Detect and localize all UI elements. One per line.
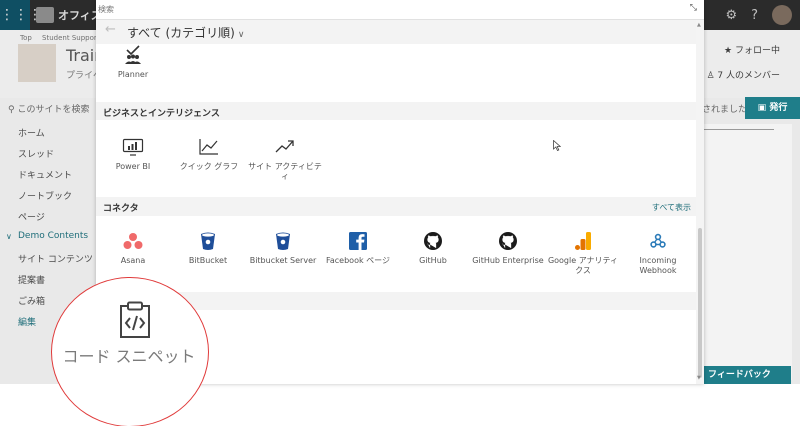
tile-quick-chart[interactable]: クイック グラフ: [172, 136, 246, 172]
google-analytics-icon: [546, 230, 620, 252]
picker-search-bar: ⤡: [96, 0, 704, 20]
tile-facebook-page[interactable]: Facebook ページ: [321, 230, 395, 266]
nav-edit-link[interactable]: 編集: [18, 315, 36, 328]
power-bi-icon: [96, 136, 170, 158]
scrollbar-thumb[interactable]: [698, 228, 702, 378]
breadcrumb: Top Student Suppor: [20, 34, 105, 42]
picker-category-bar: ← すべて (カテゴリ順) ∨: [96, 20, 704, 44]
back-arrow-icon[interactable]: ←: [105, 22, 116, 37]
nav-item-threads[interactable]: スレッド: [18, 147, 54, 160]
tile-bitbucket-server[interactable]: Bitbucket Server: [246, 230, 320, 266]
mouse-cursor-icon: [553, 139, 562, 154]
picker-search-input[interactable]: [98, 2, 678, 17]
tile-power-bi[interactable]: Power BI: [96, 136, 170, 172]
asana-icon: [96, 230, 170, 252]
picker-scrollbar[interactable]: ▲ ▼: [696, 20, 704, 384]
collapse-icon[interactable]: ⤡: [690, 3, 697, 13]
settings-icon[interactable]: ⚙: [725, 8, 737, 23]
feedback-button[interactable]: フィードバック: [704, 366, 791, 384]
saved-status: されました: [702, 105, 748, 115]
scroll-up-icon[interactable]: ▲: [697, 22, 701, 28]
section-header-business-intelligence: ビジネスとインテリジェンス: [96, 102, 696, 120]
nav-item-home[interactable]: ホーム: [18, 126, 45, 139]
tile-bitbucket[interactable]: BitBucket: [171, 230, 245, 266]
github-icon: [396, 230, 470, 252]
help-icon[interactable]: ?: [751, 8, 758, 23]
nav-item-proposals[interactable]: 提案書: [18, 273, 45, 286]
incoming-webhook-icon: [621, 230, 695, 252]
chevron-down-icon: ∨: [6, 232, 12, 241]
zoom-callout: コード スニペット: [51, 277, 209, 426]
avatar[interactable]: [772, 5, 792, 25]
see-all-link[interactable]: すべて表示: [652, 202, 691, 213]
nav-item-pages[interactable]: ページ: [18, 210, 45, 223]
page-canvas-area: [704, 124, 792, 380]
site-search-box[interactable]: ⚲ このサイトを検索: [8, 102, 89, 115]
divider: [704, 129, 774, 130]
star-icon: ★: [724, 46, 735, 56]
github-enterprise-icon: [471, 230, 545, 252]
tile-planner[interactable]: Planner: [96, 44, 170, 80]
nav-item-recycle-bin[interactable]: ごみ箱: [18, 294, 45, 307]
nav-item-demo-contents[interactable]: Demo Contents: [18, 231, 88, 241]
quick-chart-icon: [172, 136, 246, 158]
section-header-connectors: コネクタ すべて表示: [96, 197, 696, 216]
bitbucket-icon: [171, 230, 245, 252]
tile-google-analytics[interactable]: Google アナリティクス: [546, 230, 620, 276]
scroll-down-icon[interactable]: ▼: [697, 375, 701, 381]
facebook-icon: [321, 230, 395, 252]
follow-button[interactable]: ★ フォロー中: [724, 43, 780, 56]
planner-icon: [96, 44, 170, 66]
code-snippet-icon: [118, 301, 152, 342]
code-snippet-label: コード スニペット: [62, 347, 196, 366]
breadcrumb-item[interactable]: Top: [20, 34, 32, 42]
bitbucket-server-icon: [246, 230, 320, 252]
tile-github-enterprise[interactable]: GitHub Enterprise: [471, 230, 545, 266]
nav-item-documents[interactable]: ドキュメント: [18, 168, 72, 181]
tile-incoming-webhook[interactable]: Incoming Webhook: [621, 230, 695, 276]
org-logo: [36, 7, 54, 23]
person-icon: ♙: [706, 71, 718, 81]
members-button[interactable]: ♙ 7 人のメンバー: [706, 68, 780, 81]
site-logo: [18, 44, 56, 82]
app-launcher-icon[interactable]: ⋮⋮⋮: [0, 0, 42, 30]
publish-button[interactable]: ▣ 発行: [745, 97, 800, 119]
nav-item-site-contents[interactable]: サイト コンテンツ: [18, 252, 93, 265]
breadcrumb-item[interactable]: Student Suppor: [42, 34, 97, 42]
tile-asana[interactable]: Asana: [96, 230, 170, 266]
chevron-down-icon: ∨: [237, 30, 245, 40]
category-dropdown[interactable]: すべて (カテゴリ順) ∨: [127, 24, 244, 41]
site-activity-icon: [248, 136, 322, 158]
tile-site-activity[interactable]: サイト アクティビティ: [248, 136, 322, 182]
nav-item-notebook[interactable]: ノートブック: [18, 189, 72, 202]
tile-github[interactable]: GitHub: [396, 230, 470, 266]
